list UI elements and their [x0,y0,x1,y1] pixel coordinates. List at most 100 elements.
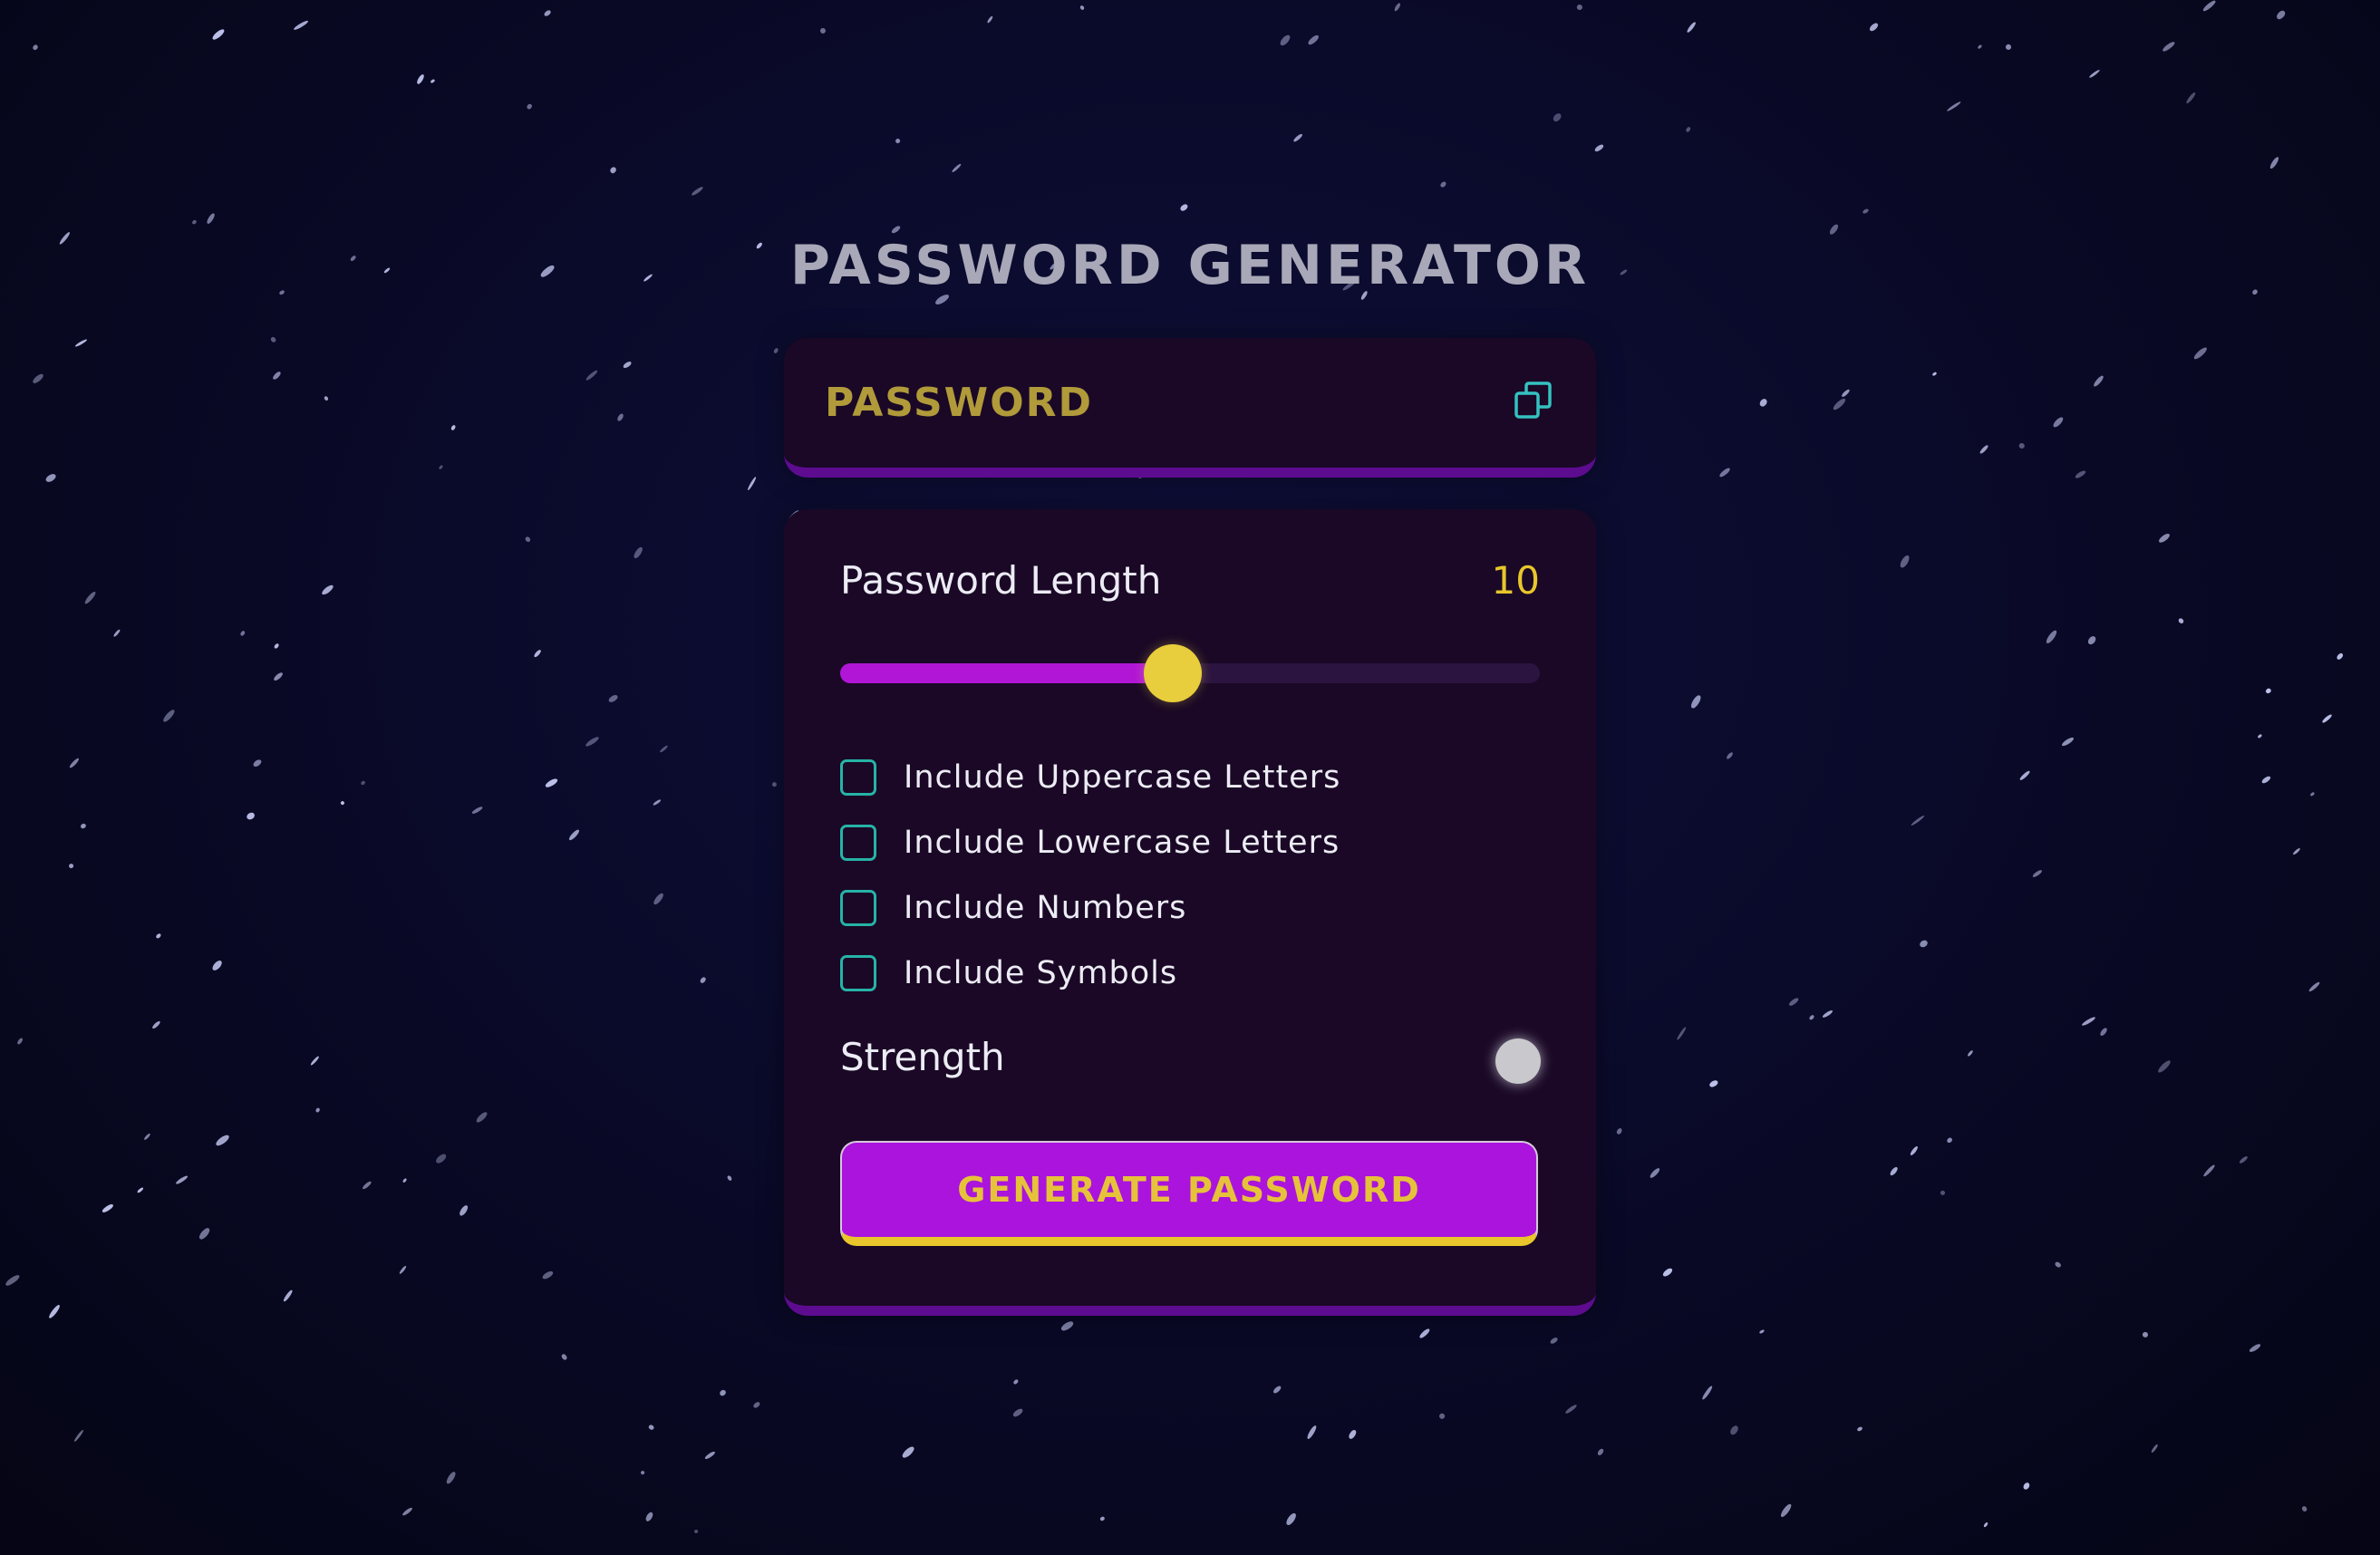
star [1438,1412,1446,1420]
star [1728,1424,1739,1436]
star [986,14,994,24]
lowercase-checkbox[interactable] [840,825,876,861]
star [1616,1127,1623,1135]
star [2192,345,2209,361]
star [1778,1502,1793,1519]
copy-icon [1514,382,1552,419]
star [1079,5,1086,11]
option-label: Include Symbols [904,955,1178,991]
star [273,642,280,650]
star [474,1111,489,1125]
star [1931,372,1939,377]
star [73,1429,84,1443]
star [609,166,617,175]
star [900,1444,916,1460]
star [1284,1512,1298,1527]
star [818,26,827,35]
star [210,959,224,972]
star [1911,814,1926,826]
star [1649,1167,1661,1180]
star [585,369,599,382]
length-value: 10 [1491,558,1540,603]
star [399,1265,408,1275]
star [1272,1385,1282,1395]
option-symbols[interactable]: Include Symbols [840,953,1177,993]
star [532,648,542,659]
star [1946,101,1962,112]
star [539,264,556,279]
star [16,1037,24,1046]
star [101,1202,115,1214]
option-numbers[interactable]: Include Numbers [840,888,1186,928]
star [703,1450,716,1461]
star [197,1226,211,1241]
star [542,9,552,18]
symbols-checkbox[interactable] [840,955,876,991]
star [272,671,285,682]
star [47,1303,62,1319]
star [2017,442,2027,450]
star [1438,180,1447,189]
star [700,976,708,984]
option-label: Include Lowercase Letters [904,825,1340,861]
star [2320,713,2333,725]
star [525,102,533,110]
option-uppercase[interactable]: Include Uppercase Letters [840,758,1340,797]
star [206,212,216,225]
star [1564,1404,1579,1415]
star [175,1173,189,1185]
star [2054,1260,2063,1269]
star [2201,0,2217,13]
star [1808,1014,1815,1021]
star [1918,939,1929,949]
star [1909,1145,1920,1156]
star [68,757,81,769]
star [2074,468,2087,479]
star [44,471,57,483]
star [756,242,764,250]
star [2250,288,2259,295]
star [450,424,457,431]
option-lowercase[interactable]: Include Lowercase Letters [840,823,1340,863]
star [80,822,88,830]
star [278,289,285,295]
star [2031,869,2044,879]
star [747,476,758,491]
star [1718,466,1731,478]
star [524,535,533,544]
star [1940,1190,1947,1197]
numbers-checkbox[interactable] [840,890,876,926]
slider-thumb[interactable] [1143,644,1202,702]
star [1758,1328,1765,1335]
star [632,546,643,560]
star [142,1133,150,1141]
star [2201,1164,2216,1177]
uppercase-checkbox[interactable] [840,759,876,796]
star [640,1470,645,1476]
star [2051,415,2065,430]
star [1686,20,1698,34]
generate-password-button[interactable]: GENERATE PASSWORD [840,1141,1538,1246]
star [2156,1058,2172,1075]
star [1899,554,1911,570]
star [1822,1009,1834,1019]
star [2158,533,2172,545]
star [191,218,198,226]
length-slider[interactable] [840,644,1540,702]
strength-indicator [1495,1038,1541,1084]
star [415,72,426,85]
star [1676,1026,1688,1041]
password-display: PASSWORD [784,338,1596,478]
star [2275,9,2287,21]
copy-button[interactable] [1514,381,1553,420]
star [214,1133,230,1148]
star [771,780,779,787]
star [251,758,263,768]
star [271,371,283,382]
settings-panel: Password Length 10 Include Uppercase Let… [784,509,1596,1316]
star [2150,1444,2159,1454]
star [652,892,665,906]
star [951,163,962,174]
star [752,1400,761,1409]
star [642,273,653,283]
